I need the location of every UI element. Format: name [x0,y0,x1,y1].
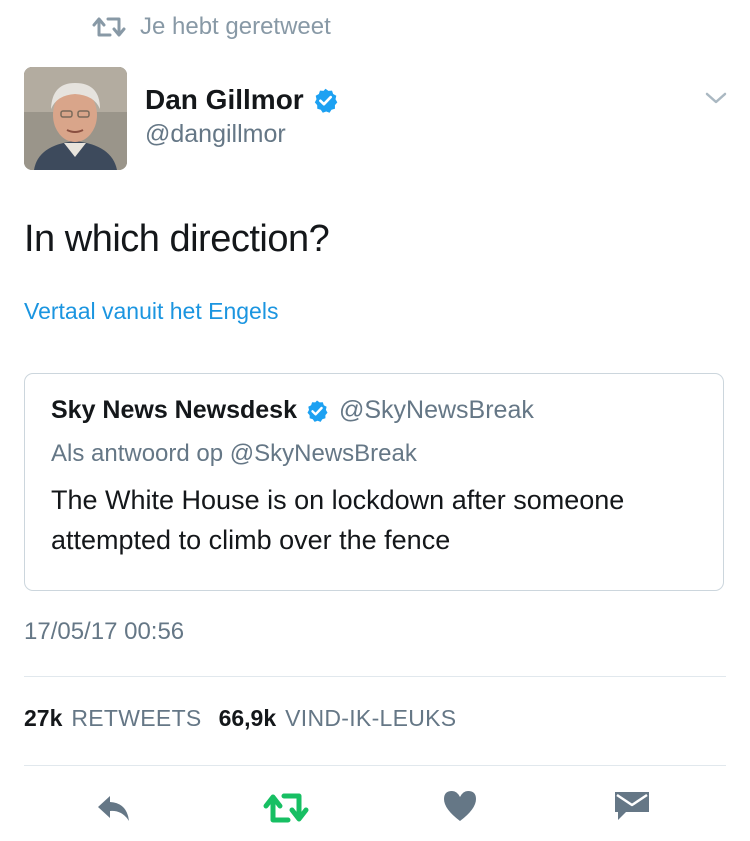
author-handle[interactable]: @dangillmor [145,120,286,149]
author-name-row[interactable]: Dan Gillmor [145,84,339,116]
tweet-stats: 27k RETWEETS 66,9k VIND-IK-LEUKS [24,705,473,732]
retweet-icon[interactable] [262,788,310,828]
translate-link[interactable]: Vertaal vanuit het Engels [24,298,278,325]
quoted-reply-context: Als antwoord op @SkyNewsBreak [51,440,417,467]
retweets-count[interactable]: 27k [24,705,62,732]
retweet-icon [92,17,126,37]
divider [24,676,726,677]
divider [24,765,726,766]
quoted-author-name: Sky News Newsdesk [51,396,297,424]
verified-badge-icon [307,400,328,422]
tweet-text: In which direction? [24,218,330,260]
author-name[interactable]: Dan Gillmor [145,84,304,116]
retweet-context-label: Je hebt geretweet [140,13,331,40]
message-icon[interactable] [612,788,652,824]
reply-icon[interactable] [94,788,134,828]
quoted-tweet-card[interactable]: Sky News Newsdesk @SkyNewsBreak Als antw… [24,373,724,591]
retweets-label[interactable]: RETWEETS [71,705,201,732]
like-icon[interactable] [442,788,478,824]
tweet-timestamp: 17/05/17 00:56 [24,618,185,645]
avatar[interactable] [24,67,127,170]
quoted-tweet-header: Sky News Newsdesk @SkyNewsBreak [51,396,534,425]
quoted-author-handle: @SkyNewsBreak [338,396,534,424]
likes-label[interactable]: VIND-IK-LEUKS [285,705,456,732]
likes-count[interactable]: 66,9k [219,705,277,732]
verified-badge-icon [314,88,338,113]
retweet-context: Je hebt geretweet [92,12,331,42]
chevron-down-icon[interactable] [704,90,728,106]
quoted-tweet-text: The White House is on lockdown after som… [51,485,625,555]
avatar-image [24,67,127,170]
